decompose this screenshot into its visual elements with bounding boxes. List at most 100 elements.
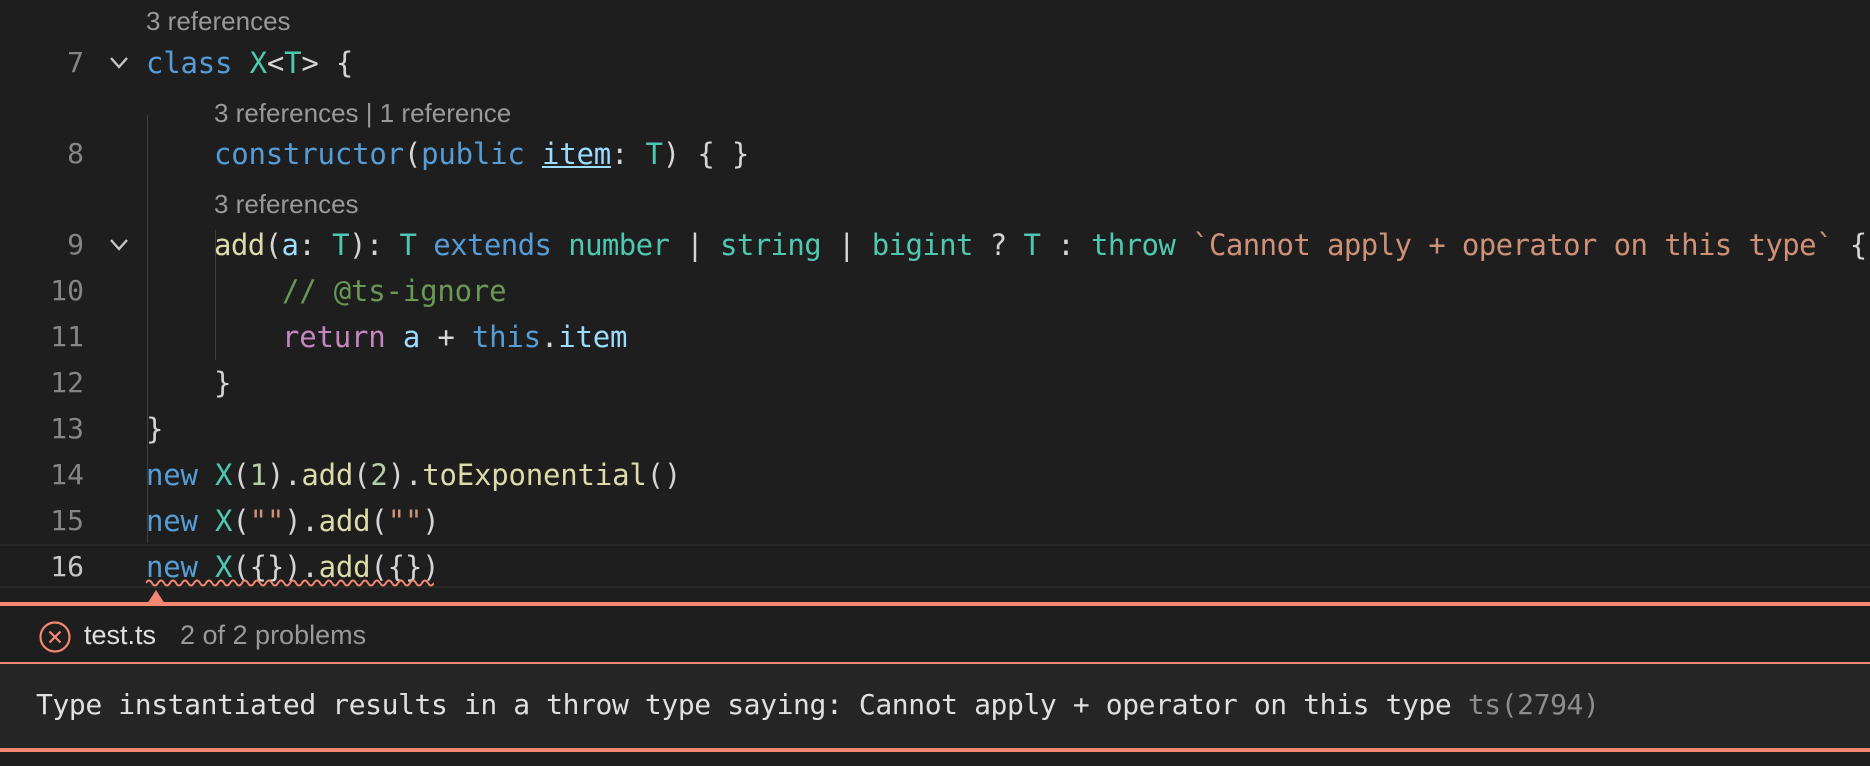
- token-punctuation: (: [232, 504, 250, 538]
- code-text: new X("").add(""): [146, 504, 440, 538]
- code-line-12[interactable]: 12 }: [0, 360, 1870, 406]
- token-control: return: [282, 320, 386, 354]
- token-method: add: [318, 504, 371, 538]
- token-class-name: X: [215, 458, 233, 492]
- token-punctuation: }: [214, 366, 232, 400]
- token-param: a: [281, 228, 299, 262]
- token-punctuation: ).: [284, 504, 319, 538]
- token-method: add: [214, 228, 265, 262]
- peek-header: test.ts 2 of 2 problems: [0, 606, 1870, 664]
- token-type: T: [1023, 228, 1041, 262]
- token-property: item: [541, 137, 611, 171]
- code-text: }: [146, 413, 163, 445]
- line-number: 7: [67, 46, 84, 79]
- token-keyword: this: [471, 320, 541, 354]
- code-text: }: [214, 367, 231, 399]
- token-number: 1: [249, 458, 267, 492]
- code-line-11[interactable]: 11 return a + this.item: [0, 314, 1870, 360]
- code-line-7[interactable]: 7 class X<T> {: [0, 40, 1870, 86]
- token-punctuation: ).: [266, 458, 302, 492]
- token-type: T: [645, 137, 663, 171]
- codelens-references[interactable]: 3 references: [214, 189, 359, 219]
- peek-file-name[interactable]: test.ts: [84, 618, 156, 652]
- code-text: add(a: T): T extends number | string | b…: [214, 229, 1867, 261]
- token-string: "": [249, 504, 285, 538]
- problem-message: Type instantiated results in a throw typ…: [36, 688, 1600, 722]
- token-type: string: [719, 228, 822, 262]
- code-line-9[interactable]: 9 add(a: T): T extends number | string |…: [0, 222, 1870, 268]
- line-number: 8: [67, 137, 84, 170]
- token-punctuation: (: [403, 137, 422, 171]
- line-number: 9: [67, 228, 84, 261]
- code-line-10[interactable]: 10 // @ts-ignore: [0, 268, 1870, 314]
- token-punctuation: <: [266, 46, 285, 80]
- token-punctuation: .: [540, 320, 559, 354]
- token-type-param: T: [284, 46, 302, 80]
- line-number: 16: [50, 550, 84, 583]
- token-punctuation: (: [264, 228, 282, 262]
- token-punctuation: }: [146, 412, 164, 446]
- token-punctuation: |: [821, 228, 872, 262]
- token-comment: // @ts-ignore: [282, 274, 507, 308]
- token-punctuation: (: [232, 458, 250, 492]
- token-string: "": [387, 504, 423, 538]
- token-punctuation: ?: [972, 228, 1024, 262]
- chevron-down-icon[interactable]: [104, 50, 134, 76]
- peek-body: Type instantiated results in a throw typ…: [0, 664, 1870, 748]
- code-editor[interactable]: 3 references 7 class X<T> { 3 references…: [0, 0, 1870, 600]
- token-class-name: X: [215, 504, 233, 538]
- token-type: T: [332, 228, 349, 262]
- chevron-down-icon[interactable]: [104, 232, 134, 258]
- token-keyword: constructor: [214, 137, 404, 171]
- line-number: 12: [50, 366, 84, 399]
- line-number: 10: [50, 274, 84, 307]
- line-number: 14: [50, 458, 84, 491]
- code-text: return a + this.item: [282, 321, 627, 353]
- code-text: new X(1).add(2).toExponential(): [146, 459, 681, 491]
- token-keyword: class: [146, 46, 233, 80]
- token-type: T: [399, 228, 417, 262]
- token-keyword: extends: [433, 228, 552, 262]
- line-number: 11: [50, 320, 84, 353]
- token-class-name: X: [249, 46, 267, 80]
- token-keyword: new: [146, 458, 198, 492]
- code-text: // @ts-ignore: [282, 274, 507, 308]
- token-punctuation: ).: [387, 458, 423, 492]
- token-punctuation: (: [353, 458, 371, 492]
- codelens-references[interactable]: 3 references: [146, 6, 291, 36]
- code-line-8[interactable]: 8 constructor(public item: T) { }: [0, 131, 1870, 177]
- token-type: bigint: [871, 228, 974, 262]
- token-punctuation: :: [1040, 228, 1091, 262]
- code-line-15[interactable]: 15 new X("").add(""): [0, 498, 1870, 544]
- error-squiggle[interactable]: [146, 578, 434, 588]
- token-punctuation: :: [611, 137, 646, 171]
- token-punctuation: :: [298, 228, 333, 262]
- token-property: item: [558, 320, 628, 354]
- token-string: `Cannot apply + operator on this type`: [1192, 228, 1833, 262]
- token-punctuation: ): [422, 504, 440, 538]
- error-circle-icon: [39, 621, 71, 653]
- token-punctuation: (: [370, 504, 388, 538]
- token-punctuation: |: [669, 228, 720, 262]
- token-keyword: public: [421, 137, 525, 171]
- problem-peek-widget[interactable]: test.ts 2 of 2 problems Type instantiate…: [0, 602, 1870, 752]
- line-number: 15: [50, 504, 84, 537]
- code-line-13[interactable]: 13 }: [0, 406, 1870, 452]
- code-text: class X<T> {: [146, 47, 353, 79]
- token-method: toExponential: [422, 458, 647, 492]
- token-punctuation: ) { }: [662, 137, 750, 171]
- token-punctuation: ):: [348, 228, 400, 262]
- token-type: throw: [1090, 228, 1176, 262]
- token-operator: +: [420, 320, 472, 354]
- token-method: add: [301, 458, 354, 492]
- token-punctuation: > {: [301, 46, 354, 80]
- line-number: 13: [50, 412, 84, 445]
- token-number: 2: [370, 458, 388, 492]
- token-type: number: [568, 228, 670, 262]
- problem-code[interactable]: ts(2794): [1468, 688, 1600, 721]
- codelens-references[interactable]: 3 references | 1 reference: [214, 98, 511, 128]
- code-line-14[interactable]: 14 new X(1).add(2).toExponential(): [0, 452, 1870, 498]
- problem-text: Type instantiated results in a throw typ…: [36, 688, 1452, 721]
- token-punctuation: {: [1832, 228, 1867, 262]
- token-param: a: [402, 320, 421, 354]
